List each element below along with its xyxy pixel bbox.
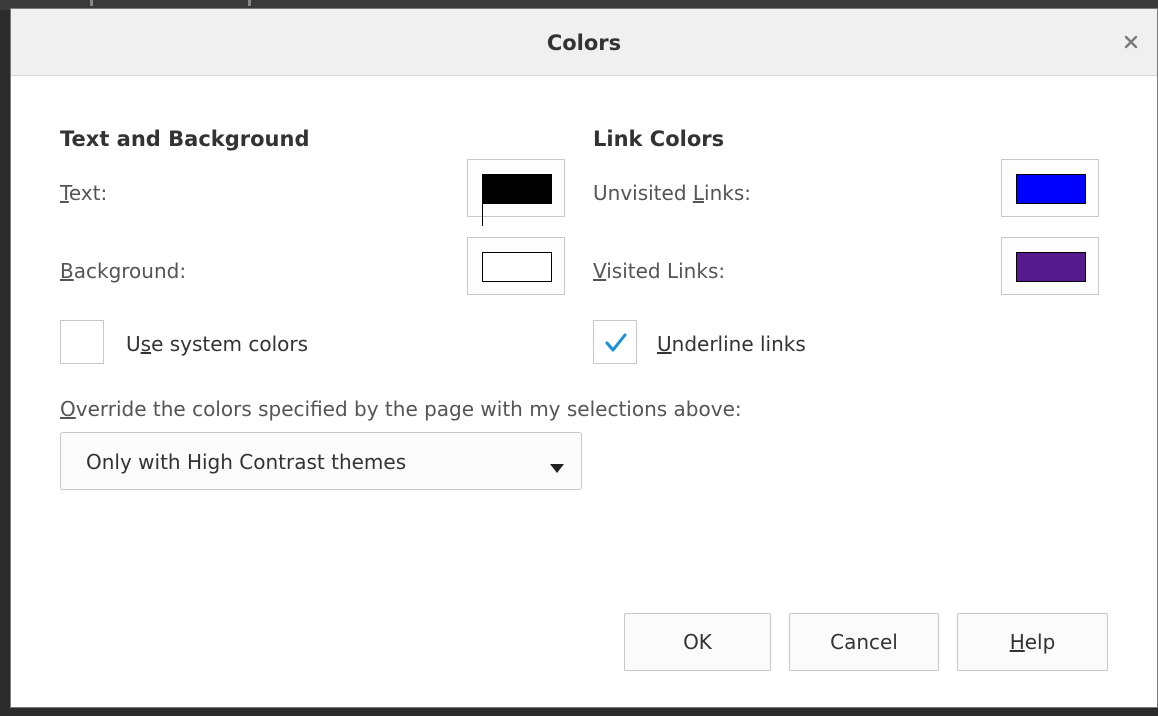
colors-dialog: Colors Text and Background Text: Backgro… [10,8,1158,708]
mnemonic: s [140,332,152,356]
mnemonic: L [692,181,705,205]
label-rest: elp [1024,630,1056,654]
unvisited-links-label: Unvisited Links: [593,181,751,205]
dialog-title: Colors [546,31,622,55]
help-button[interactable]: Help [957,613,1108,671]
label-part: e system colors [151,332,309,356]
unvisited-links-color-picker[interactable] [1001,159,1099,217]
title-bar: Colors [11,9,1157,76]
mnemonic: U [657,332,672,356]
label-rest: ackground: [73,259,187,283]
ok-button[interactable]: OK [624,613,771,671]
background-mark [248,0,251,6]
background-color-label: Background: [60,259,186,283]
visited-links-swatch [1016,252,1086,282]
mnemonic: O [60,397,76,421]
label-rest: nderline links [671,332,806,356]
text-color-label: Text: [60,181,107,205]
mnemonic: T [60,181,69,205]
label-rest: isited Links: [606,259,726,283]
cursor-mark [482,204,483,226]
cancel-button[interactable]: Cancel [789,613,939,671]
mnemonic: V [593,259,607,283]
text-background-heading: Text and Background [60,127,310,151]
label-rest: verride the colors specified by the page… [75,397,742,421]
label-rest: ext: [68,181,108,205]
override-label: Override the colors specified by the pag… [60,397,742,421]
underline-links-checkbox[interactable] [593,320,637,364]
background-color-picker[interactable] [467,237,565,295]
link-colors-heading: Link Colors [593,127,725,151]
visited-links-label: Visited Links: [593,259,725,283]
text-color-picker[interactable] [467,159,565,226]
label-part: inks: [704,181,752,205]
background-mark [90,0,93,6]
use-system-colors-label: Use system colors [126,332,308,356]
underline-links-label: Underline links [657,332,806,356]
use-system-colors-checkbox[interactable] [60,320,104,364]
unvisited-links-swatch [1016,174,1086,204]
override-colors-dropdown[interactable]: Only with High Contrast themes [60,432,582,490]
label-part: Unvisited [593,181,693,205]
text-color-swatch [482,174,552,204]
close-icon[interactable] [1119,31,1143,55]
dropdown-arrow-icon [550,458,564,477]
label-part: U [126,332,141,356]
mnemonic: B [60,259,74,283]
mnemonic: H [1009,630,1025,654]
dropdown-selected-value: Only with High Contrast themes [86,450,407,474]
checkmark-icon [605,333,627,352]
visited-links-color-picker[interactable] [1001,237,1099,295]
background-color-swatch [482,252,552,282]
